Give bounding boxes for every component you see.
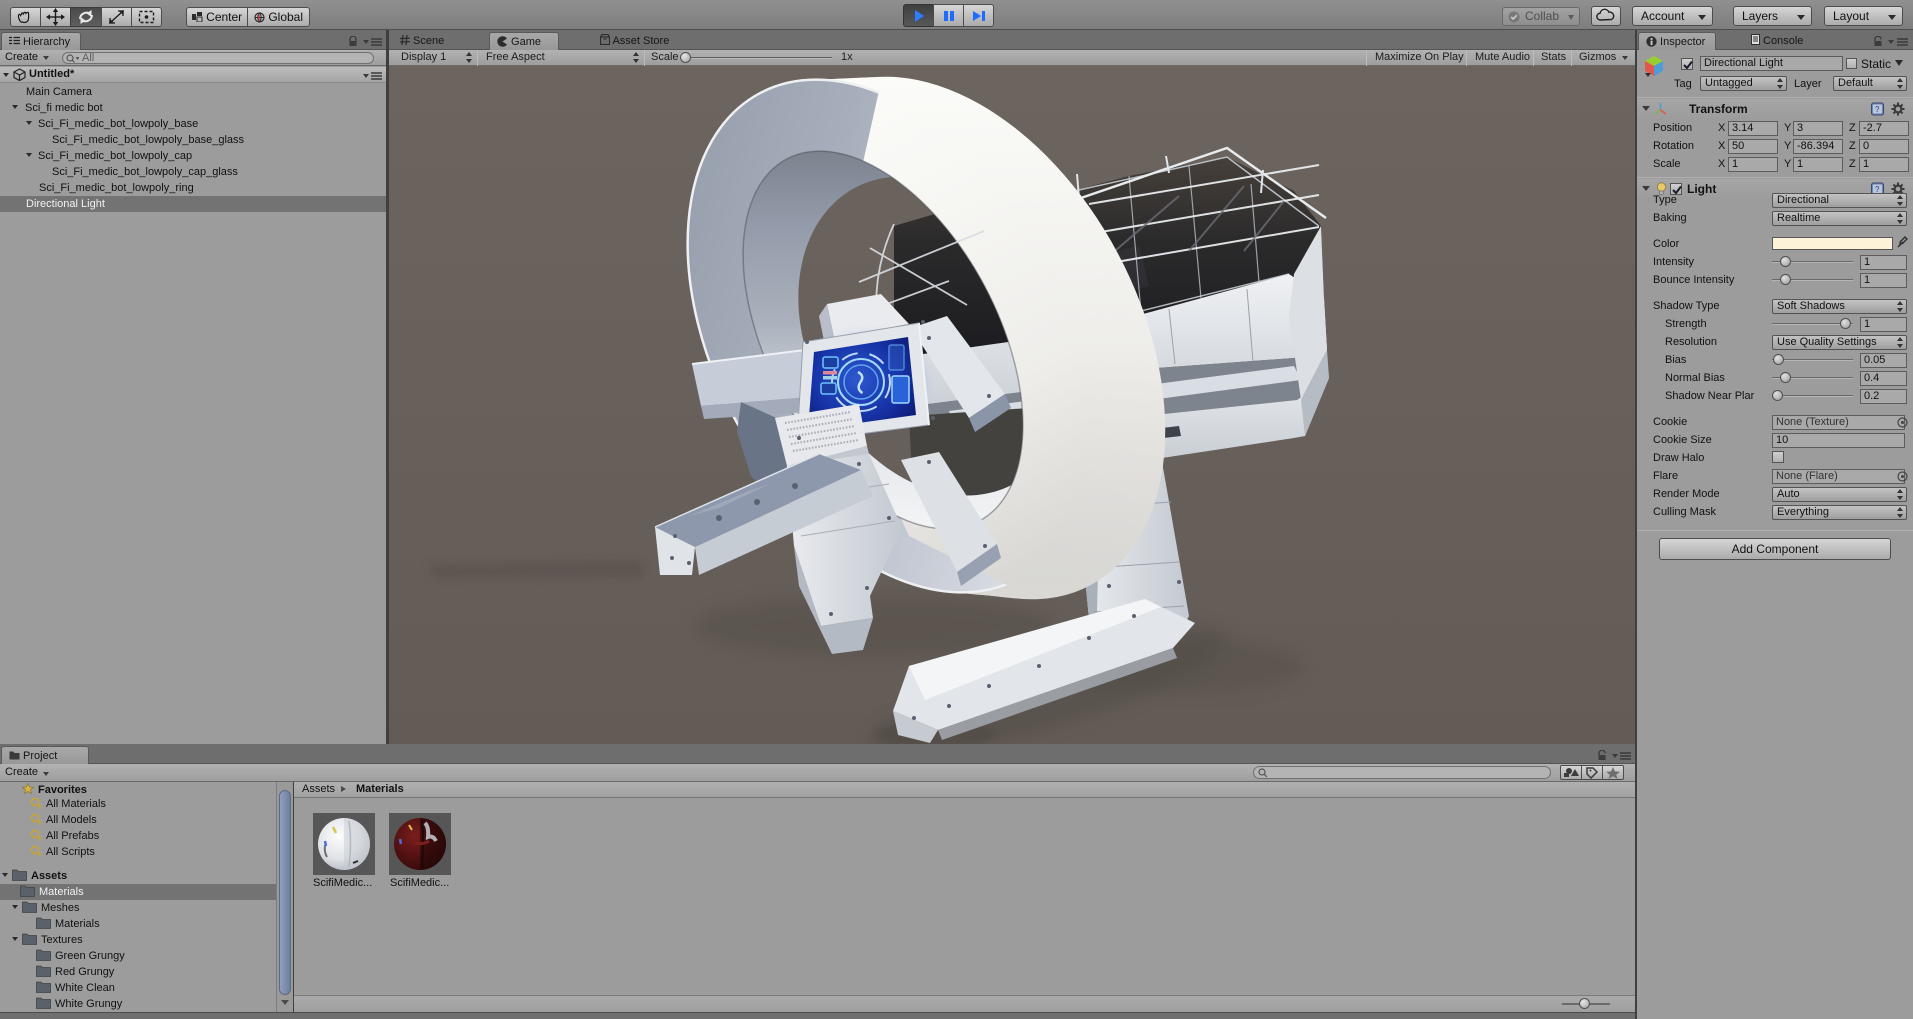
svg-text:?: ? bbox=[1875, 105, 1880, 114]
